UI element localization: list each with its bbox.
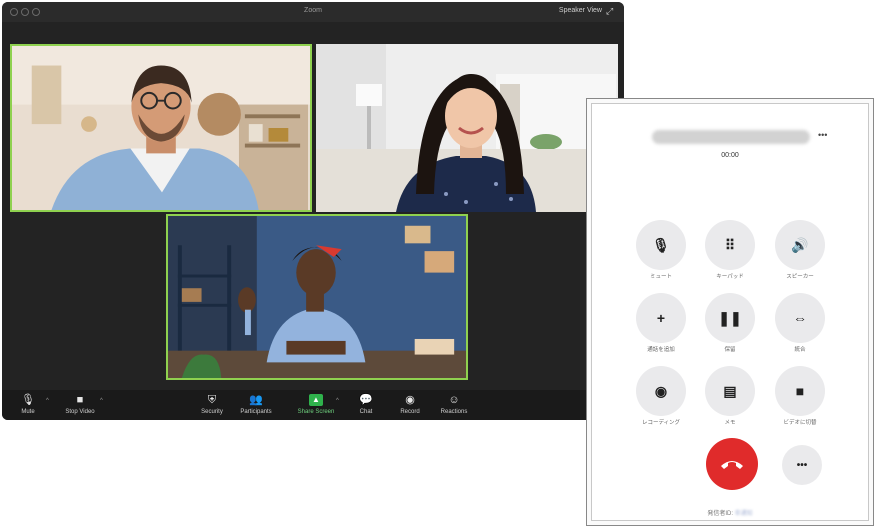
mute-call-button[interactable]: 🎙	[636, 220, 686, 270]
speaker-button[interactable]: 🔊	[775, 220, 825, 270]
audio-options-caret[interactable]: ^	[46, 398, 49, 404]
plus-icon: +	[656, 310, 666, 326]
participant-video-3	[168, 216, 466, 378]
stop-video-label: Stop Video	[65, 409, 95, 415]
video-options-caret[interactable]: ^	[100, 398, 103, 404]
participant-tile-2[interactable]	[316, 44, 618, 212]
mute-label: Mute	[21, 409, 35, 415]
more-dots-icon: •••	[796, 459, 808, 471]
caller-id-label: 発信者ID:	[707, 511, 733, 517]
reactions-button[interactable]: ☺ Reactions	[428, 394, 480, 415]
record-icon: ◉	[654, 382, 668, 399]
notes-button[interactable]: ▤	[705, 366, 755, 416]
participant-video-2	[316, 44, 618, 212]
video-camera-icon: ■	[76, 394, 84, 406]
speaker-icon: 🔊	[791, 236, 809, 253]
window-title: Zoom	[304, 7, 322, 14]
share-options-caret[interactable]: ^	[336, 398, 339, 404]
chat-bubble-icon: 💬	[359, 394, 373, 406]
record-call-label: レコーディング	[641, 420, 681, 426]
phone-screen: ••• 00:00 🎙 ミュート ⠿ キーパッド 🔊 スピーカー + 通話を追加…	[591, 103, 869, 521]
notes-icon: ▤	[723, 382, 737, 399]
emoji-icon: ☺	[448, 394, 460, 406]
participant-video-1	[12, 46, 310, 210]
merge-label: 統合	[794, 347, 806, 353]
zoom-window: Zoom Speaker View ⤢ 🎙 Mute ^ ■ Stop Vide…	[2, 2, 624, 420]
participants-icon: 👥	[249, 394, 263, 406]
share-screen-icon: ▲	[309, 394, 323, 406]
microphone-icon: 🎙	[652, 236, 670, 253]
mute-call-label: ミュート	[649, 274, 672, 280]
reactions-label: Reactions	[440, 409, 468, 415]
add-call-button[interactable]: +	[636, 293, 686, 343]
caller-id-note: 発信者ID: 非通知	[592, 508, 868, 517]
microphone-icon: 🎙	[21, 394, 35, 406]
pause-icon: ❚❚	[718, 309, 742, 326]
more-options-button[interactable]: •••	[782, 445, 822, 485]
stop-video-button[interactable]: ■ Stop Video	[54, 394, 106, 415]
switch-to-video-button[interactable]: ■	[775, 366, 825, 416]
switch-to-video-label: ビデオに切替	[783, 420, 817, 426]
phone-call-panel: ••• 00:00 🎙 ミュート ⠿ キーパッド 🔊 スピーカー + 通話を追加…	[586, 98, 874, 526]
hold-button[interactable]: ❚❚	[705, 293, 755, 343]
hang-up-button[interactable]	[706, 438, 758, 490]
participants-button[interactable]: 👥 Participants	[230, 394, 282, 415]
caller-id-value[interactable]: 非通知	[735, 511, 753, 517]
caller-menu-icon[interactable]: •••	[818, 130, 827, 140]
shield-icon: ⛨	[207, 394, 217, 406]
keypad-button[interactable]: ⠿	[705, 220, 755, 270]
meeting-toolbar: 🎙 Mute ^ ■ Stop Video ^ ⛨ Security 👥 Par…	[2, 390, 624, 420]
participants-label: Participants	[240, 409, 272, 415]
record-call-button[interactable]: ◉	[636, 366, 686, 416]
participant-tile-3[interactable]	[166, 214, 468, 380]
caller-name-blurred	[652, 130, 810, 144]
hold-label: 保留	[724, 347, 736, 353]
merge-icon: ⇔	[793, 310, 807, 326]
record-icon: ◉	[405, 394, 415, 406]
share-screen-button[interactable]: ▲ Share Screen	[290, 394, 342, 415]
keypad-icon: ⠿	[724, 236, 736, 253]
hang-up-phone-icon	[721, 461, 743, 469]
title-bar: Zoom Speaker View ⤢	[2, 2, 624, 22]
notes-label: メモ	[724, 420, 736, 426]
add-call-label: 通話を追加	[647, 347, 675, 353]
share-screen-label: Share Screen	[297, 409, 335, 415]
keypad-label: キーパッド	[716, 274, 744, 280]
fullscreen-icon[interactable]: ⤢	[606, 6, 616, 16]
merge-button[interactable]: ⇔	[775, 293, 825, 343]
speaker-label: スピーカー	[786, 274, 814, 280]
participant-tile-1[interactable]	[10, 44, 312, 212]
video-camera-icon: ■	[795, 383, 805, 399]
speaker-view-button[interactable]: Speaker View	[559, 7, 602, 14]
call-timer: 00:00	[721, 152, 739, 159]
